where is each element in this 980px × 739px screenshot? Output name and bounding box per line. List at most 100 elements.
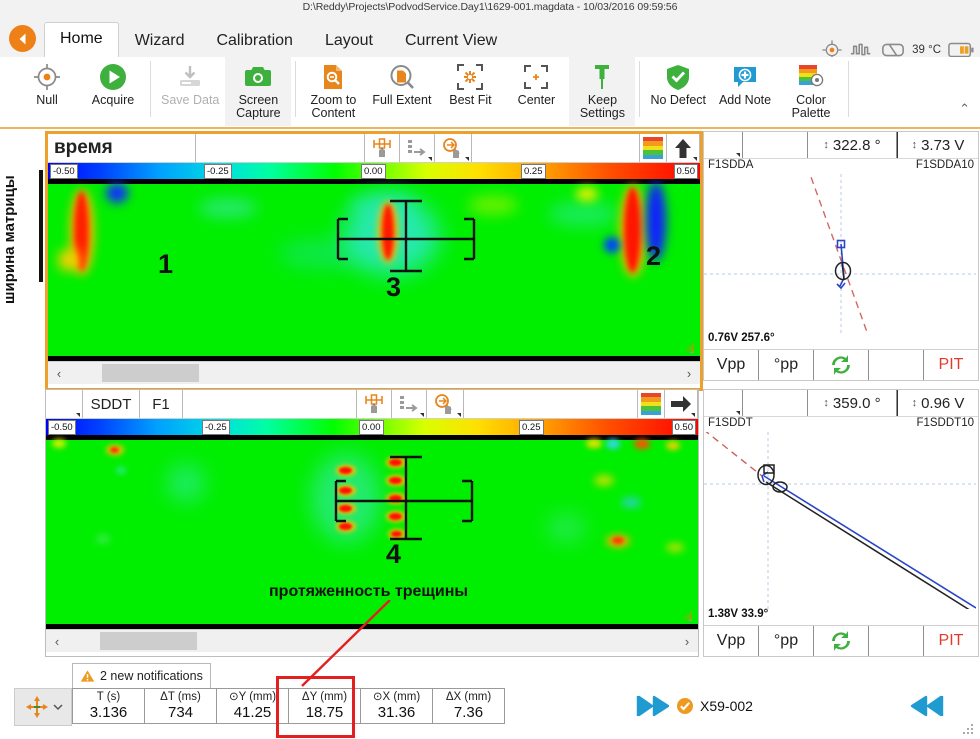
refresh-icon[interactable] bbox=[814, 626, 869, 656]
ribbon-add-note-button[interactable]: Add Note bbox=[712, 57, 778, 126]
pit-button[interactable]: PIT bbox=[924, 626, 978, 656]
ribbon-keep-settings-button[interactable]: Keep Settings bbox=[569, 57, 636, 126]
colorbar-tick-max: 0.50 bbox=[671, 420, 696, 435]
measurement-value: 3.136 bbox=[89, 704, 128, 721]
vpp-button[interactable]: Vpp bbox=[704, 350, 759, 380]
impedance-sddt-menu-button[interactable] bbox=[704, 390, 743, 416]
cscan-time-image[interactable]: 1 2 3 bbox=[48, 179, 700, 361]
arrow-right-icon[interactable] bbox=[665, 390, 698, 418]
cscan-time-scrollbar[interactable]: ‹ › bbox=[48, 361, 700, 384]
tab-wizard[interactable]: Wizard bbox=[119, 23, 201, 57]
measurement-cell-delta-y[interactable]: ΔY (mm) 18.75 bbox=[289, 688, 361, 724]
pan-tool-icon[interactable] bbox=[682, 341, 694, 353]
ribbon-best-fit-label: Best Fit bbox=[449, 93, 492, 107]
measurement-cell-y[interactable]: ⊙Y (mm) 41.25 bbox=[217, 688, 289, 724]
updown-icon: ↕ bbox=[823, 397, 829, 409]
measurement-cell-x[interactable]: ⊙X (mm) 31.36 bbox=[361, 688, 433, 724]
probe-balance-icon[interactable] bbox=[364, 134, 400, 162]
ribbon-color-palette-button[interactable]: Color Palette bbox=[778, 57, 844, 126]
pushpin-icon bbox=[589, 60, 615, 94]
chevron-down-icon[interactable] bbox=[52, 703, 63, 711]
pan-navigation-pad[interactable] bbox=[14, 688, 72, 726]
impedance-sdda-angle-value[interactable]: ↕ 322.8 ° bbox=[807, 132, 897, 158]
ribbon-separator-4 bbox=[848, 61, 850, 117]
application-window: D:\Reddy\Projects\PodvodService.Day1\162… bbox=[0, 0, 980, 739]
ribbon-acquire-button[interactable]: Acquire bbox=[80, 57, 146, 126]
zoom-out-hand-icon[interactable] bbox=[434, 134, 472, 162]
panel-time-spacer-2[interactable] bbox=[471, 134, 640, 162]
tab-current-view[interactable]: Current View bbox=[389, 23, 513, 57]
cscan-sddt-colorbar: -0.50 -0.25 0.00 0.25 0.50 bbox=[46, 419, 698, 435]
scroll-thumb[interactable] bbox=[100, 632, 197, 650]
tab-list: Home Wizard Calibration Layout Current V… bbox=[44, 19, 513, 57]
resize-grip-icon[interactable] bbox=[962, 723, 976, 737]
pan-tool-icon[interactable] bbox=[680, 609, 692, 621]
ribbon-best-fit-button[interactable]: Best Fit bbox=[437, 57, 503, 126]
ribbon-full-extent-label: Full Extent bbox=[372, 93, 432, 107]
panel-sddt-spacer-2[interactable] bbox=[464, 390, 638, 418]
scroll-track[interactable] bbox=[70, 362, 678, 384]
ribbon-no-defect-button[interactable]: No Defect bbox=[644, 57, 712, 126]
probe-balance-icon[interactable] bbox=[357, 390, 392, 418]
arrow-up-icon[interactable] bbox=[667, 134, 700, 162]
ribbon-center-button[interactable]: Center bbox=[503, 57, 569, 126]
file-path-title: D:\Reddy\Projects\PodvodService.Day1\162… bbox=[302, 1, 678, 13]
angle-readout: 322.8 ° bbox=[832, 136, 881, 154]
panel-sddt-menu-button[interactable] bbox=[46, 390, 83, 418]
vpp-button[interactable]: Vpp bbox=[704, 626, 759, 656]
scroll-left-arrow[interactable]: ‹ bbox=[46, 634, 68, 649]
ribbon-collapse-button[interactable]: ⌃ bbox=[959, 101, 970, 117]
impedance-sddt-plot[interactable] bbox=[704, 432, 978, 609]
ribbon-zoom-to-content-button[interactable]: Zoom to Content bbox=[300, 57, 366, 126]
tab-calibration[interactable]: Calibration bbox=[200, 23, 308, 57]
impedance-sdda-blank-button[interactable] bbox=[869, 350, 924, 380]
color-palette-strip-icon[interactable] bbox=[638, 390, 665, 418]
panel-title-time[interactable]: время bbox=[48, 134, 196, 162]
impedance-sddt-angle-value[interactable]: ↕ 359.0 ° bbox=[807, 390, 897, 416]
panel-time-spacer-1[interactable] bbox=[196, 134, 365, 162]
degpp-button[interactable]: °pp bbox=[759, 626, 814, 656]
degpp-button[interactable]: °pp bbox=[759, 350, 814, 380]
impedance-sdda-menu-button[interactable] bbox=[704, 132, 743, 158]
scroll-thumb[interactable] bbox=[102, 364, 199, 382]
skip-forward-icon[interactable] bbox=[910, 694, 944, 718]
panel-sddt-frequency-button[interactable]: F1 bbox=[140, 390, 183, 418]
impedance-sddt-spacer[interactable] bbox=[743, 390, 807, 416]
pit-button[interactable]: PIT bbox=[924, 350, 978, 380]
measurement-cell-delta-t[interactable]: ΔT (ms) 734 bbox=[145, 688, 217, 724]
panel-sddt-group-button[interactable]: SDDT bbox=[83, 390, 140, 418]
record-navigation-next bbox=[910, 694, 944, 718]
colorbar-tick-min: -0.50 bbox=[50, 164, 78, 179]
ribbon-full-extent-button[interactable]: Full Extent bbox=[366, 57, 437, 126]
impedance-sddt-blank-button[interactable] bbox=[869, 626, 924, 656]
ribbon-tab-bar: Home Wizard Calibration Layout Current V… bbox=[0, 19, 980, 60]
scroll-right-arrow[interactable]: › bbox=[676, 634, 698, 649]
colorbar-tick-4: 0.25 bbox=[519, 420, 544, 435]
zoom-out-hand-icon[interactable] bbox=[427, 390, 464, 418]
list-arrow-icon[interactable] bbox=[399, 134, 435, 162]
impedance-sdda-plot[interactable] bbox=[704, 174, 978, 333]
notifications-button[interactable]: 2 new notifications bbox=[72, 663, 211, 689]
tab-layout[interactable]: Layout bbox=[309, 23, 389, 57]
scroll-right-arrow[interactable]: › bbox=[678, 366, 700, 381]
battery-icon[interactable] bbox=[948, 42, 974, 58]
measurement-cell-delta-x[interactable]: ΔX (mm) 7.36 bbox=[433, 688, 505, 724]
ribbon-screen-capture-button[interactable]: Screen Capture bbox=[225, 57, 292, 126]
ribbon-null-button[interactable]: Null bbox=[14, 57, 80, 126]
panel-sddt-spacer-1[interactable] bbox=[183, 390, 357, 418]
measurement-cell-t[interactable]: T (s) 3.136 bbox=[72, 688, 145, 724]
impedance-panel-sdda[interactable]: ↕ 322.8 ° ↕ 3.73 V F1SDDA F1SDDA10 0.76V… bbox=[703, 131, 979, 381]
tab-home[interactable]: Home bbox=[44, 22, 119, 57]
impedance-sdda-voltage-value[interactable]: ↕ 3.73 V bbox=[897, 132, 978, 158]
impedance-panel-sddt[interactable]: ↕ 359.0 ° ↕ 0.96 V F1SDDT F1SDDT10 1.38V… bbox=[703, 389, 979, 657]
cscan-panel-time[interactable]: время -0.50 -0.25 0.00 0.25 0.50 1 2 3 ‹… bbox=[45, 131, 703, 391]
back-button[interactable] bbox=[9, 25, 36, 52]
impedance-sdda-spacer[interactable] bbox=[743, 132, 807, 158]
impedance-sddt-voltage-value[interactable]: ↕ 0.96 V bbox=[897, 390, 978, 416]
skip-back-icon[interactable] bbox=[636, 694, 670, 718]
scroll-left-arrow[interactable]: ‹ bbox=[48, 366, 70, 381]
list-arrow-icon[interactable] bbox=[392, 390, 427, 418]
color-palette-strip-icon[interactable] bbox=[640, 134, 667, 162]
refresh-icon[interactable] bbox=[814, 350, 869, 380]
measurement-value: 734 bbox=[167, 704, 194, 721]
